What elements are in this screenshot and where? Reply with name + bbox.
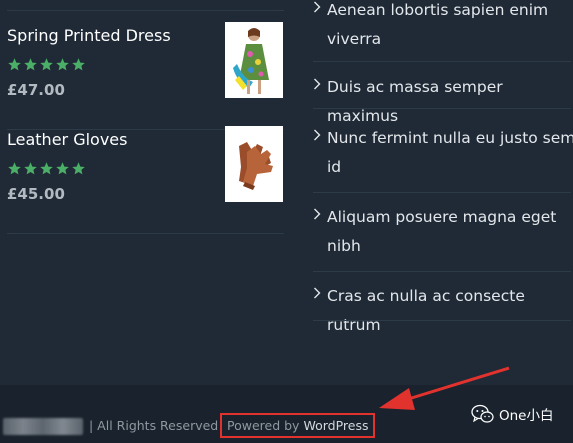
post-title[interactable]: Aenean lobortis sapien enim viverra xyxy=(327,0,573,54)
post-title[interactable]: Nunc fermint nulla eu justo sem id xyxy=(327,124,573,182)
watermark-text: One小白 xyxy=(499,408,554,424)
divider xyxy=(313,192,571,193)
product-image-dress[interactable] xyxy=(225,22,283,98)
powered-by-prefix: Powered by xyxy=(227,418,304,433)
product-title[interactable]: Spring Printed Dress xyxy=(7,26,171,45)
star-rating xyxy=(7,161,86,176)
post-title[interactable]: Duis ac massa semper maximus xyxy=(327,73,573,131)
star-icon xyxy=(8,58,21,71)
blurred-site-name xyxy=(3,418,83,435)
post-title[interactable]: Cras ac nulla ac consecte rutrum xyxy=(327,282,573,340)
star-icon xyxy=(56,162,69,175)
chevron-right-icon xyxy=(314,78,321,90)
product-price: £45.00 xyxy=(7,185,65,203)
divider xyxy=(313,61,571,62)
star-icon xyxy=(72,162,85,175)
divider xyxy=(7,10,284,11)
main-content: Spring Printed Dress £47.00 Leather Glov… xyxy=(0,0,573,385)
star-icon xyxy=(56,58,69,71)
wordpress-link[interactable]: WordPress xyxy=(303,418,368,433)
copyright-text: | All Rights Reserved xyxy=(89,418,219,433)
divider xyxy=(313,271,571,272)
star-icon xyxy=(72,58,85,71)
chevron-right-icon xyxy=(314,129,321,141)
watermark-badge: One小白 xyxy=(471,404,554,424)
star-icon xyxy=(40,58,53,71)
powered-by: Powered by WordPress xyxy=(227,418,368,433)
product-price: £47.00 xyxy=(7,81,65,99)
divider xyxy=(7,233,284,234)
chevron-right-icon xyxy=(314,287,321,299)
post-link[interactable]: Duis ac massa semper maximus xyxy=(313,73,571,125)
post-link[interactable]: Nunc fermint nulla eu justo sem id xyxy=(313,124,573,193)
wechat-icon xyxy=(471,404,494,423)
post-title[interactable]: Aliquam posuere magna eget nibh xyxy=(327,203,573,261)
product-image-gloves[interactable] xyxy=(225,126,283,202)
divider xyxy=(313,108,571,109)
chevron-right-icon xyxy=(314,208,321,220)
divider xyxy=(313,320,571,321)
star-icon xyxy=(24,58,37,71)
star-rating xyxy=(7,57,86,72)
chevron-right-icon xyxy=(314,1,321,13)
post-link[interactable]: Aliquam posuere magna eget nibh xyxy=(313,203,571,272)
star-icon xyxy=(24,162,37,175)
star-icon xyxy=(8,162,21,175)
post-link[interactable]: Aenean lobortis sapien enim viverra xyxy=(313,0,571,62)
star-icon xyxy=(40,162,53,175)
post-link[interactable]: Cras ac nulla ac consecte rutrum xyxy=(313,282,571,334)
product-title[interactable]: Leather Gloves xyxy=(7,130,127,149)
